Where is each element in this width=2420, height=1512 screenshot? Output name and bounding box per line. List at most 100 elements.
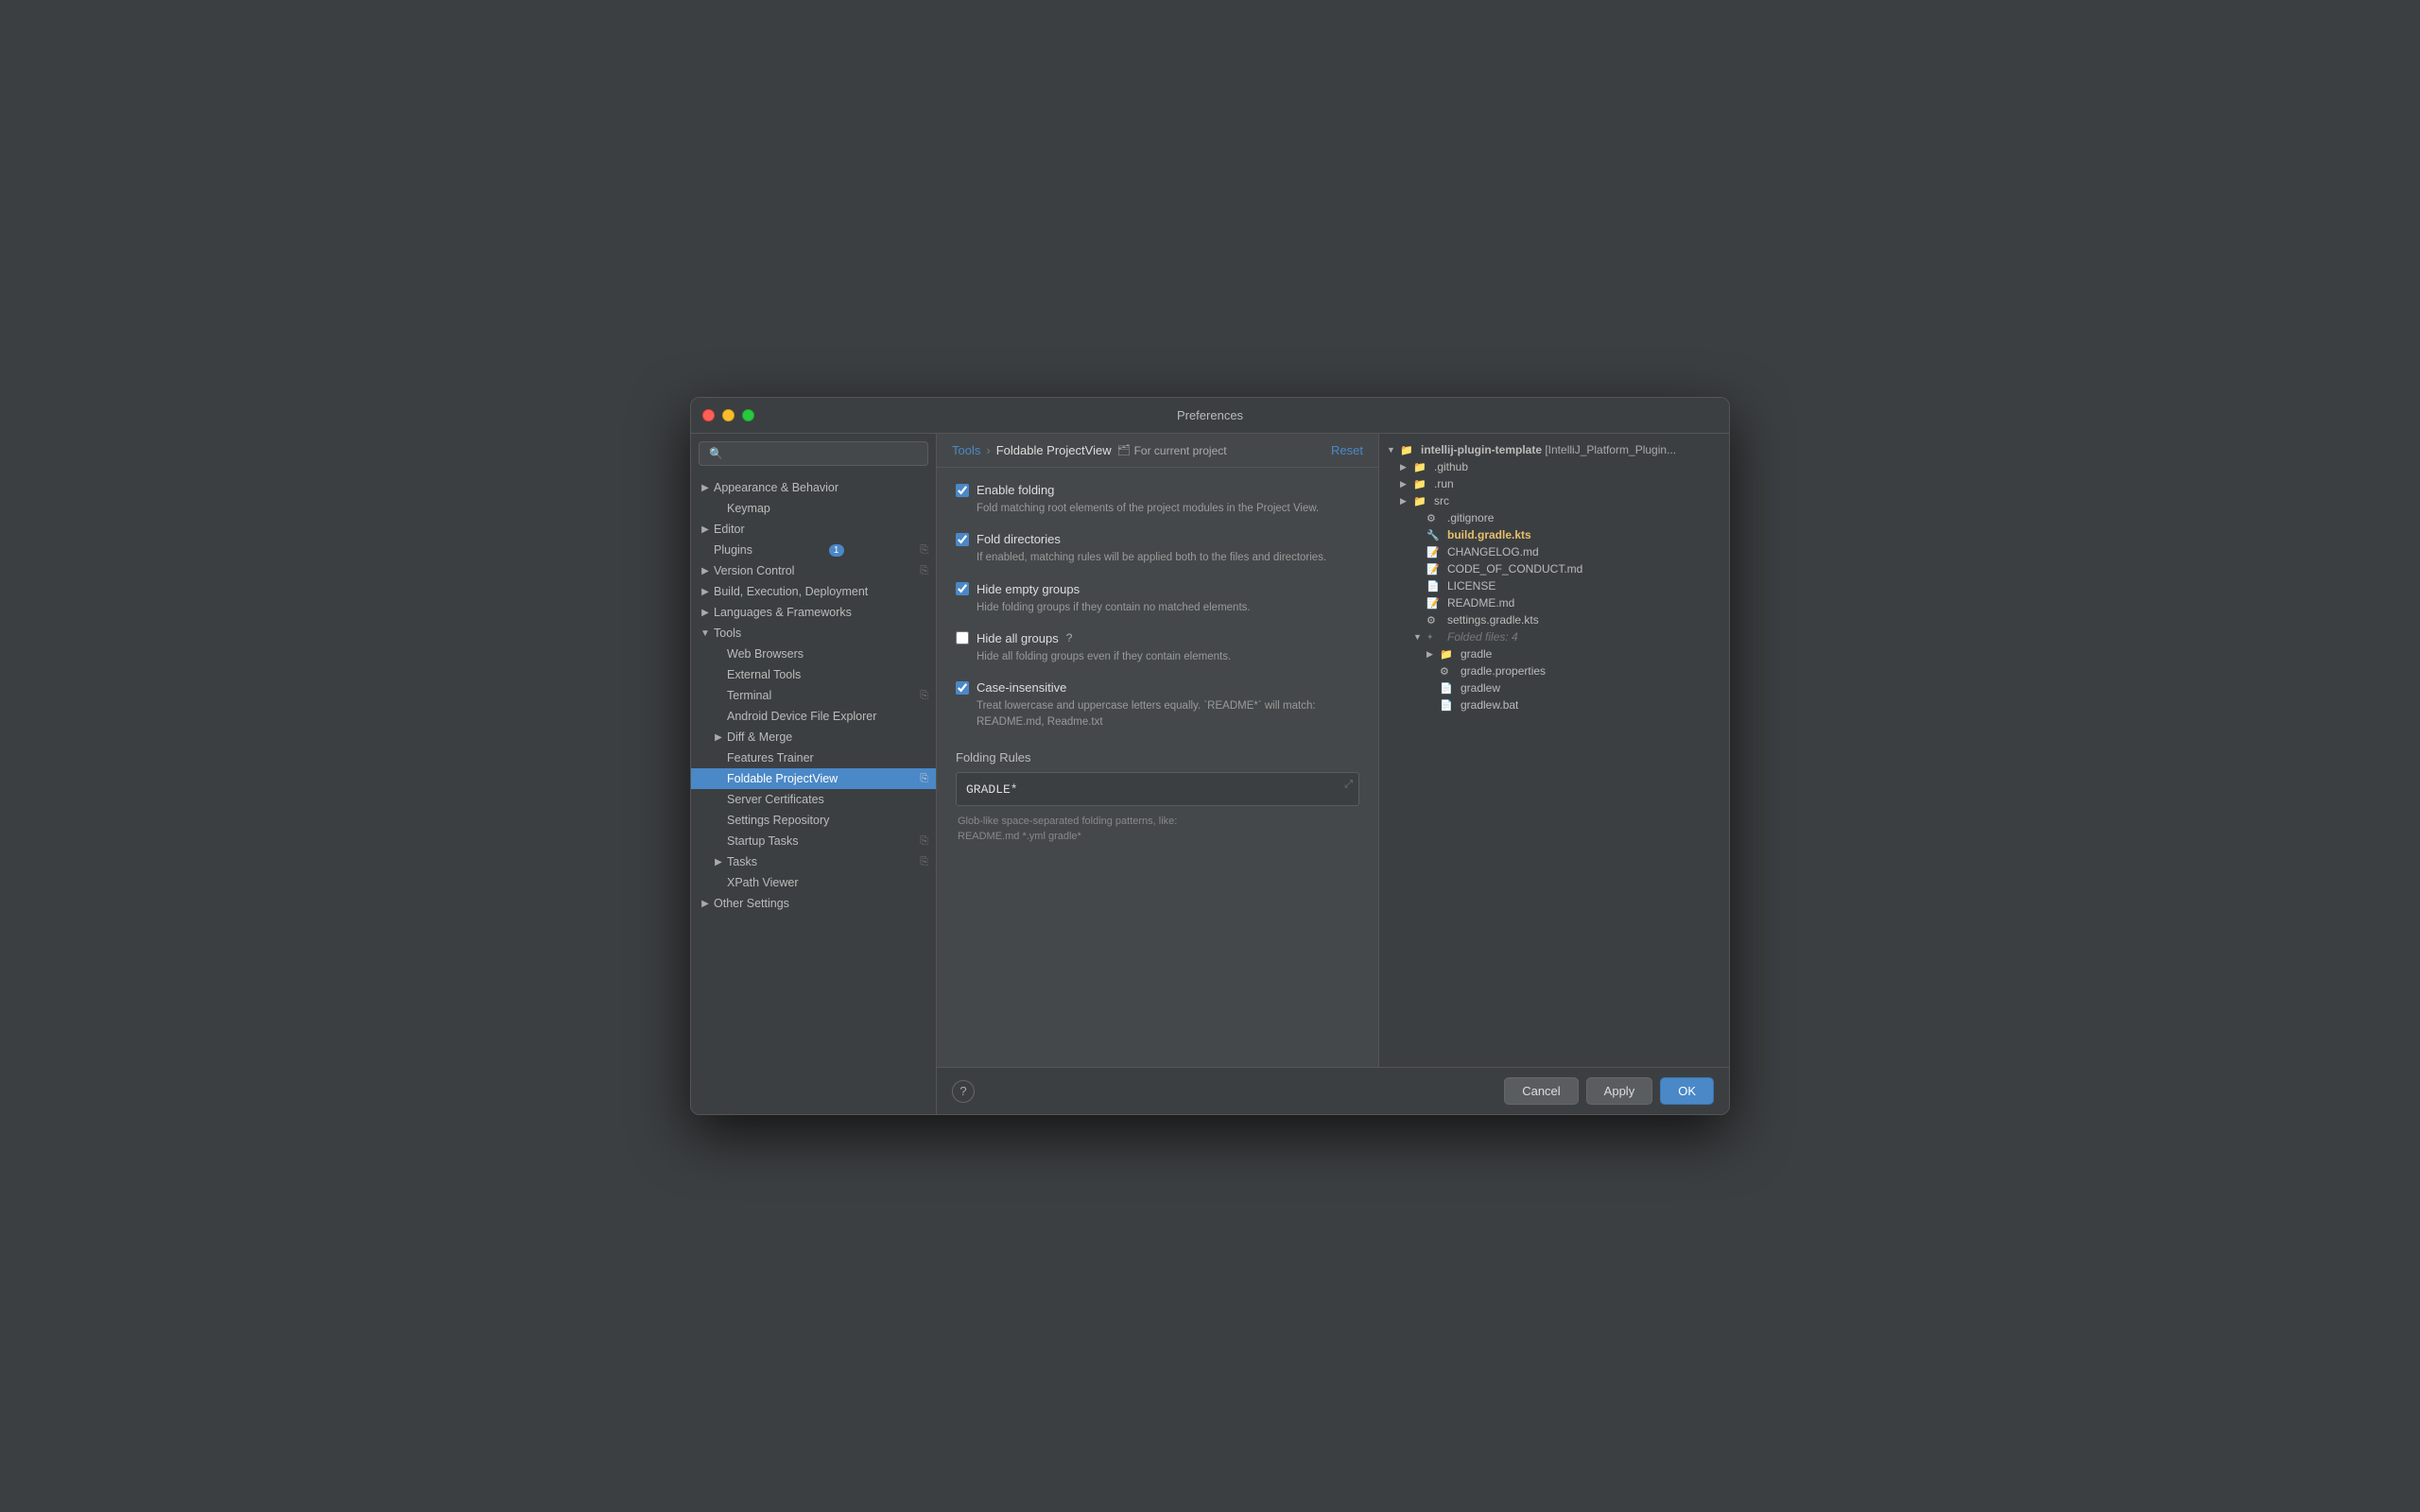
file-tree-license[interactable]: ▶ 📄 LICENSE (1379, 577, 1729, 594)
setting-enable-folding: Enable folding Fold matching root elemen… (956, 483, 1359, 517)
setting-header: Hide empty groups (956, 582, 1359, 596)
sidebar-item-appearance-behavior[interactable]: ▶ Appearance & Behavior (691, 477, 936, 498)
sidebar-item-settings-repository[interactable]: ▶ Settings Repository (691, 810, 936, 831)
md-file-icon: 📝 (1426, 545, 1443, 558)
expand-icon[interactable]: ⤢ (1344, 779, 1353, 791)
sidebar-item-version-control[interactable]: ▶ Version Control ⎘ (691, 560, 936, 581)
sidebar-item-server-certificates[interactable]: ▶ Server Certificates (691, 789, 936, 810)
arrow-icon: ▶ (1400, 496, 1413, 507)
arrow-icon: ▶ (699, 564, 712, 577)
folding-rules-input[interactable] (966, 782, 1330, 797)
sidebar-item-editor[interactable]: ▶ Editor (691, 519, 936, 540)
folded-icon: ✦ (1426, 630, 1443, 644)
titlebar-buttons (702, 409, 754, 421)
sidebar-item-label: Build, Execution, Deployment (714, 585, 868, 598)
center-panel: Tools › Foldable ProjectView 🗂 For curre… (937, 434, 1379, 1067)
settings-content: Enable folding Fold matching root elemen… (937, 468, 1378, 1067)
close-button[interactable] (702, 409, 715, 421)
sidebar-item-tasks[interactable]: ▶ Tasks ⎘ (691, 851, 936, 872)
file-name: settings.gradle.kts (1447, 613, 1721, 627)
file-icon: 📄 (1440, 681, 1457, 695)
file-tree-code-of-conduct[interactable]: ▶ 📝 CODE_OF_CONDUCT.md (1379, 560, 1729, 577)
for-current-project[interactable]: 🗂 For current project (1117, 444, 1227, 457)
fold-directories-checkbox[interactable] (956, 533, 969, 546)
copy-icon: ⎘ (920, 565, 928, 577)
hide-empty-groups-checkbox[interactable] (956, 582, 969, 595)
file-tree-gradle-dir[interactable]: ▶ 📁 gradle (1379, 645, 1729, 662)
sidebar-item-diff-merge[interactable]: ▶ Diff & Merge (691, 727, 936, 747)
arrow-expanded-icon: ▼ (1387, 445, 1400, 455)
sidebar-item-label: Tools (714, 627, 741, 640)
hide-all-groups-checkbox[interactable] (956, 631, 969, 644)
sidebar-item-startup-tasks[interactable]: ▶ Startup Tasks ⎘ (691, 831, 936, 851)
file-tree-build-gradle-kts[interactable]: ▶ 🔧 build.gradle.kts (1379, 526, 1729, 543)
sidebar: ▶ Appearance & Behavior ▶ Keymap ▶ Edito… (691, 434, 937, 1114)
reset-button[interactable]: Reset (1331, 443, 1363, 457)
arrow-icon: ▶ (699, 606, 712, 619)
file-tree-readme[interactable]: ▶ 📝 README.md (1379, 594, 1729, 611)
cancel-button[interactable]: Cancel (1504, 1077, 1578, 1105)
arrow-icon: ▶ (699, 585, 712, 598)
file-tree-root[interactable]: ▼ 📁 intellij-plugin-template [IntelliJ_P… (1379, 441, 1729, 458)
setting-header: Fold directories (956, 532, 1359, 546)
sidebar-item-tools[interactable]: ▼ Tools (691, 623, 936, 644)
arrow-icon: ▶ (1400, 462, 1413, 472)
maximize-button[interactable] (742, 409, 754, 421)
sidebar-item-label: Tasks (727, 855, 757, 868)
copy-icon: ⎘ (920, 835, 928, 848)
copy-icon: ⎘ (920, 690, 928, 702)
file-tree-gitignore[interactable]: ▶ ⚙ .gitignore (1379, 509, 1729, 526)
case-insensitive-checkbox[interactable] (956, 681, 969, 695)
setting-label: Hide empty groups (977, 582, 1080, 596)
setting-description: Fold matching root elements of the proje… (956, 501, 1359, 517)
sidebar-item-xpath-viewer[interactable]: ▶ XPath Viewer (691, 872, 936, 893)
sidebar-item-terminal[interactable]: ▶ Terminal ⎘ (691, 685, 936, 706)
help-button[interactable]: ? (952, 1080, 975, 1103)
help-icon[interactable]: ? (1066, 631, 1073, 644)
sidebar-item-other-settings[interactable]: ▶ Other Settings (691, 893, 936, 914)
sidebar-item-features-trainer[interactable]: ▶ Features Trainer (691, 747, 936, 768)
file-tree-run[interactable]: ▶ 📁 .run (1379, 475, 1729, 492)
breadcrumb-bar: Tools › Foldable ProjectView 🗂 For curre… (937, 434, 1378, 468)
file-tree-gradle-properties[interactable]: ▶ ⚙ gradle.properties (1379, 662, 1729, 679)
arrow-icon: ▶ (712, 855, 725, 868)
apply-button[interactable]: Apply (1586, 1077, 1653, 1105)
sidebar-item-languages-frameworks[interactable]: ▶ Languages & Frameworks (691, 602, 936, 623)
breadcrumb-left: Tools › Foldable ProjectView 🗂 For curre… (952, 443, 1227, 457)
folder-icon: 📁 (1400, 443, 1417, 456)
sidebar-item-label: Web Browsers (727, 647, 804, 661)
file-name: gradle.properties (1461, 664, 1721, 678)
sidebar-item-label: External Tools (727, 668, 801, 681)
folder-icon: 📁 (1413, 477, 1430, 490)
right-panel: Tools › Foldable ProjectView 🗂 For curre… (937, 434, 1729, 1114)
sidebar-item-foldable-projectview[interactable]: ▶ Foldable ProjectView ⎘ (691, 768, 936, 789)
breadcrumb-parent-link[interactable]: Tools (952, 443, 980, 457)
file-tree-settings-gradle-kts[interactable]: ▶ ⚙ settings.gradle.kts (1379, 611, 1729, 628)
setting-header: Case-insensitive (956, 680, 1359, 695)
search-input[interactable] (699, 441, 928, 466)
sidebar-item-label: Appearance & Behavior (714, 481, 838, 494)
sidebar-item-web-browsers[interactable]: ▶ Web Browsers (691, 644, 936, 664)
file-tree-gradlew-bat[interactable]: ▶ 📄 gradlew.bat (1379, 696, 1729, 713)
md-file-icon: 📝 (1426, 596, 1443, 610)
file-tree-changelog[interactable]: ▶ 📝 CHANGELOG.md (1379, 543, 1729, 560)
sidebar-item-android-device-file-explorer[interactable]: ▶ Android Device File Explorer (691, 706, 936, 727)
sidebar-item-external-tools[interactable]: ▶ External Tools (691, 664, 936, 685)
main-content: ▶ Appearance & Behavior ▶ Keymap ▶ Edito… (691, 434, 1729, 1114)
sidebar-item-plugins[interactable]: ▶ Plugins 1 ⎘ (691, 540, 936, 560)
file-name: gradlew (1461, 681, 1721, 695)
file-tree-folded-files[interactable]: ▼ ✦ Folded files: 4 (1379, 628, 1729, 645)
ok-button[interactable]: OK (1660, 1077, 1714, 1105)
setting-label: Enable folding (977, 483, 1054, 497)
sidebar-item-label: Terminal (727, 689, 771, 702)
file-tree-github[interactable]: ▶ 📁 .github (1379, 458, 1729, 475)
sidebar-item-build-execution-deployment[interactable]: ▶ Build, Execution, Deployment (691, 581, 936, 602)
file-tree-src[interactable]: ▶ 📁 src (1379, 492, 1729, 509)
file-name: CHANGELOG.md (1447, 545, 1721, 558)
file-tree-gradlew[interactable]: ▶ 📄 gradlew (1379, 679, 1729, 696)
titlebar: Preferences (691, 398, 1729, 434)
sidebar-item-keymap[interactable]: ▶ Keymap (691, 498, 936, 519)
setting-header: Hide all groups ? (956, 631, 1359, 645)
minimize-button[interactable] (722, 409, 735, 421)
enable-folding-checkbox[interactable] (956, 484, 969, 497)
